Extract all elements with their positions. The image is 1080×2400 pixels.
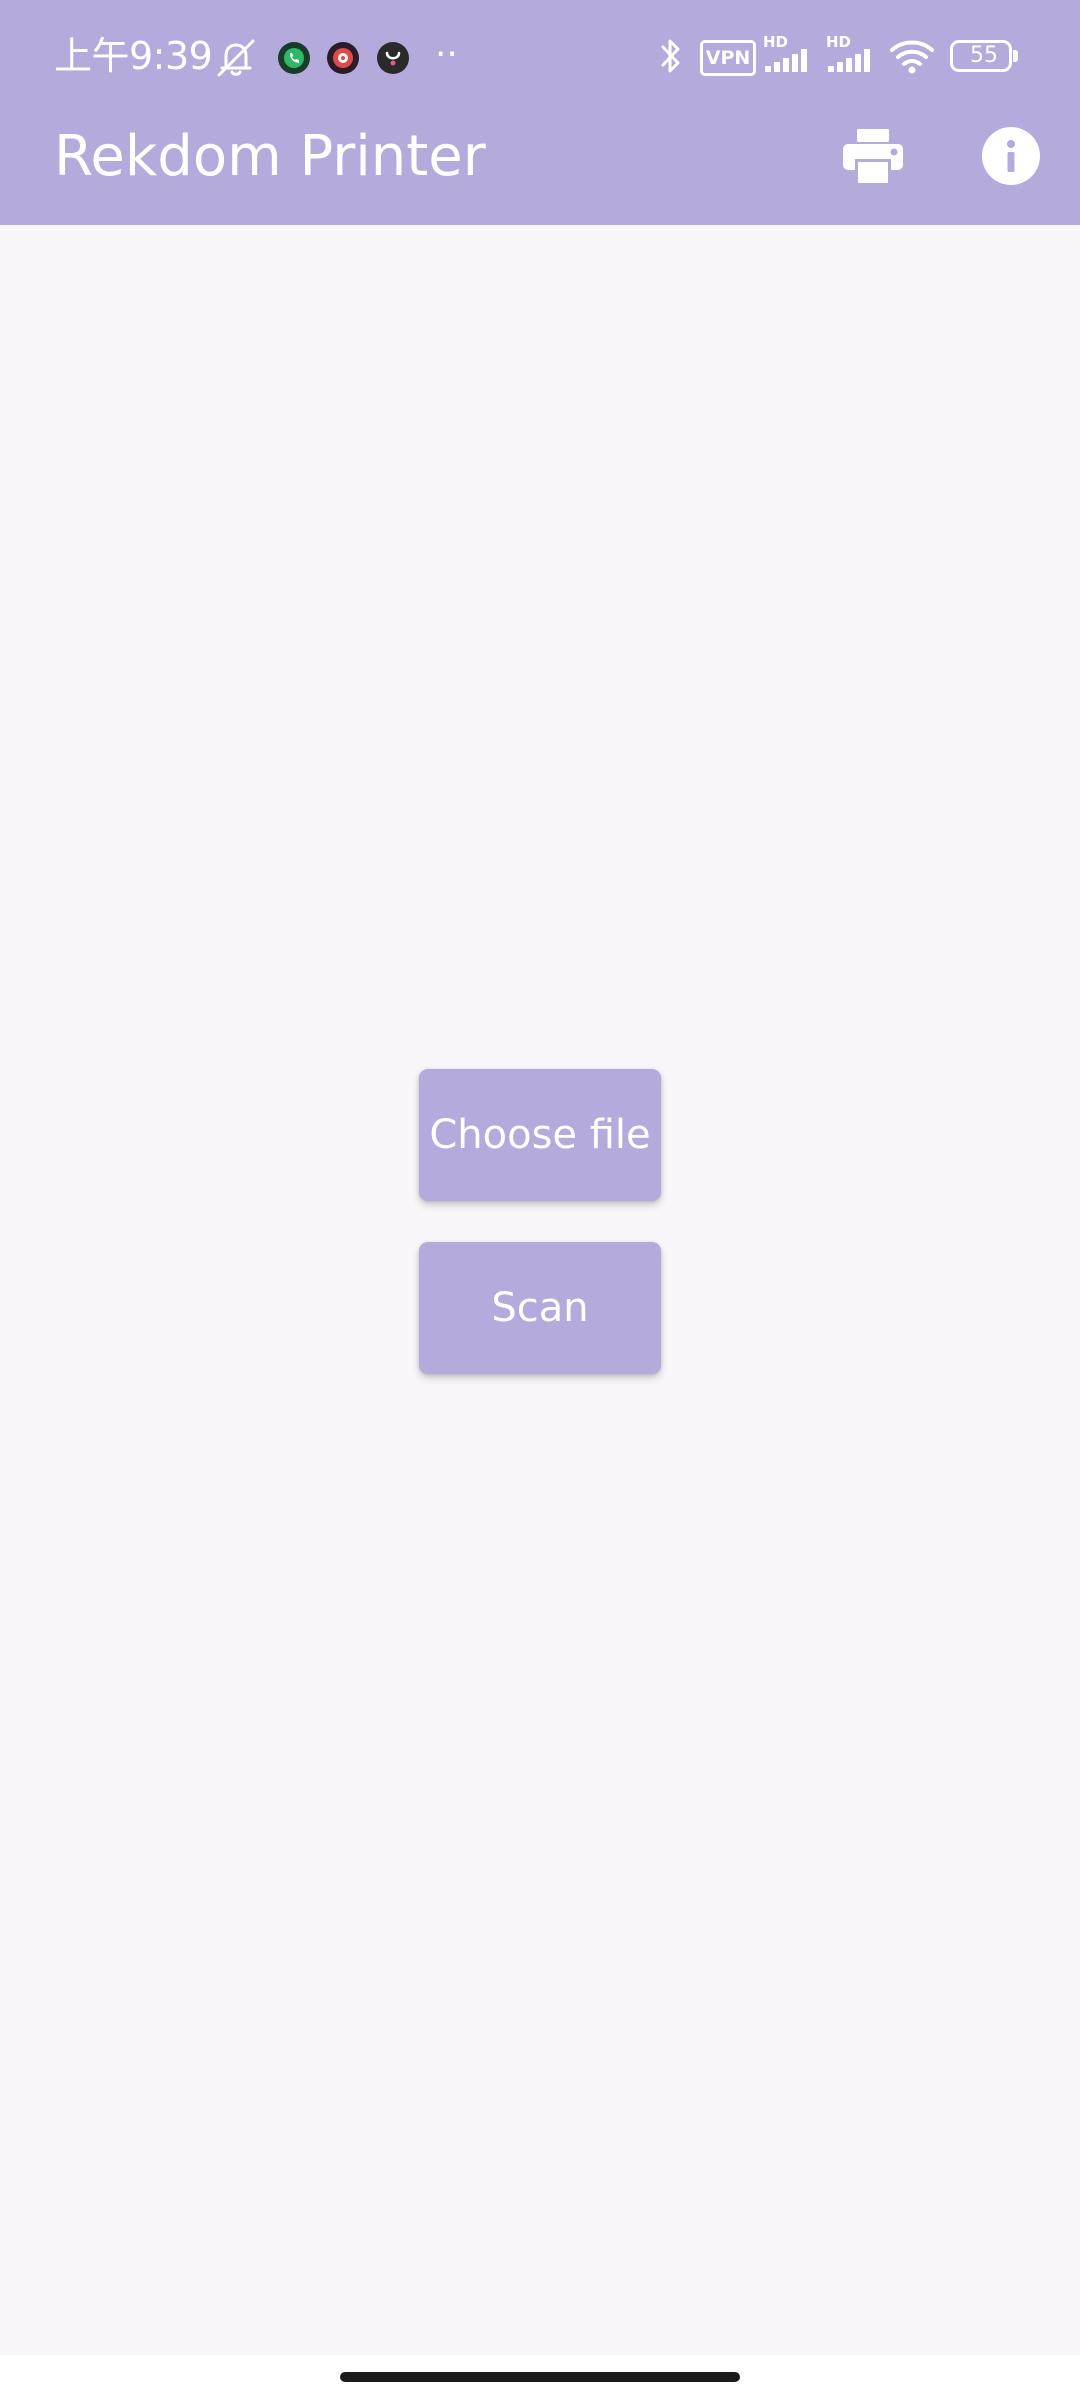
phone-icon (284, 48, 304, 68)
status-bar: 上午9:39 ·· VPN HD HD 55 (0, 0, 1080, 115)
game-app-notification-icon (327, 42, 359, 74)
cellular-signal-2-icon (828, 49, 870, 72)
bluetooth-icon (661, 39, 680, 73)
more-notifications-indicator: ·· (435, 34, 458, 75)
vpn-badge: VPN (700, 40, 756, 76)
battery-level: 55 (970, 43, 998, 68)
info-icon (982, 127, 1040, 185)
status-time: 上午9:39 (54, 34, 213, 78)
chat-icon (385, 51, 401, 66)
wifi-icon (890, 40, 934, 74)
app-bar: 上午9:39 ·· VPN HD HD 55 Rekdom Printer (0, 0, 1080, 225)
cellular-signal-1-icon (765, 49, 807, 72)
printer-icon (843, 129, 903, 183)
chat-app-notification-icon (377, 42, 409, 74)
home-indicator[interactable] (340, 2372, 740, 2382)
scan-button[interactable]: Scan (419, 1242, 661, 1374)
app-title: Rekdom Printer (54, 124, 486, 189)
battery-tip (1013, 50, 1018, 62)
choose-file-button[interactable]: Choose file (419, 1069, 661, 1201)
game-icon (333, 48, 353, 68)
phone-app-notification-icon (278, 42, 310, 74)
info-button[interactable] (963, 108, 1059, 204)
battery-icon: 55 (950, 40, 1012, 72)
print-button[interactable] (825, 108, 921, 204)
muted-bell-icon (217, 39, 255, 77)
